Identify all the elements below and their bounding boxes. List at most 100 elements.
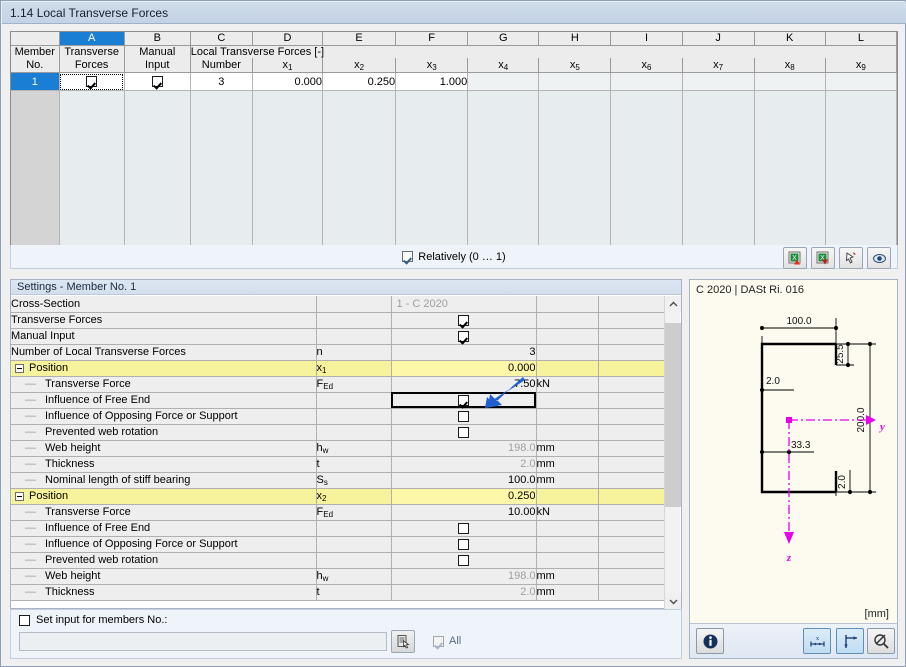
symbol-sub: Ed <box>323 510 333 519</box>
pick-from-model-icon[interactable] <box>839 247 863 269</box>
cell-manual-input[interactable] <box>124 73 190 91</box>
settings-row-transverse-forces[interactable]: Transverse Forces <box>11 312 666 328</box>
prevented-web-rotation-checkbox[interactable] <box>458 555 469 566</box>
all-members-option[interactable]: All <box>433 635 461 647</box>
settings-unit: kN <box>536 504 598 520</box>
settings-extra <box>598 504 666 520</box>
influence-opposing-checkbox[interactable] <box>458 539 469 550</box>
cell-x6[interactable] <box>611 73 682 91</box>
cell-number[interactable]: 3 <box>190 73 252 91</box>
all-checkbox[interactable] <box>433 636 444 647</box>
dimensions-icon[interactable]: x <box>803 628 831 654</box>
a-line1: Transverse <box>60 46 124 59</box>
transverse-forces-grid[interactable]: A B C D E F G H I J K L Member No. Trans… <box>10 31 898 269</box>
collapse-icon[interactable] <box>15 364 24 373</box>
settings-row-influence-free-end-1[interactable]: —Influence of Free End <box>11 392 666 408</box>
grid-col-L[interactable]: L <box>825 32 896 46</box>
set-input-checkbox[interactable] <box>19 615 30 626</box>
settings-extra <box>598 536 666 552</box>
cell-x2[interactable]: 0.250 <box>323 73 396 91</box>
settings-row-number-of-forces[interactable]: Number of Local Transverse Forces n 3 <box>11 344 666 360</box>
cell-transverse-forces[interactable] <box>59 73 124 91</box>
view-mode-icon[interactable] <box>867 247 891 269</box>
grid-col-G[interactable]: G <box>468 32 539 46</box>
settings-row-prevented-web-rotation-1[interactable]: —Prevented web rotation <box>11 424 666 440</box>
pick-members-icon[interactable] <box>391 630 415 653</box>
grid-col-K[interactable]: K <box>754 32 825 46</box>
settings-value[interactable]: 0.250 <box>391 488 536 504</box>
settings-symbol <box>316 328 391 344</box>
transverse-forces-checkbox[interactable] <box>458 315 469 326</box>
cross-section-canvas[interactable]: C 2020 | DASt Ri. 016 <box>690 280 897 624</box>
settings-row-manual-input[interactable]: Manual Input <box>11 328 666 344</box>
relatively-checkbox[interactable] <box>402 251 413 262</box>
settings-value[interactable] <box>391 520 536 536</box>
collapse-icon[interactable] <box>15 492 24 501</box>
scroll-up-arrow-icon[interactable] <box>665 296 681 312</box>
settings-row-web-height-1[interactable]: —Web height hw 198.0 mm <box>11 440 666 456</box>
grid-col-C[interactable]: C <box>190 32 252 46</box>
settings-vertical-scrollbar[interactable] <box>664 296 680 609</box>
grid-col-F[interactable]: F <box>396 32 468 46</box>
zoom-reset-icon[interactable] <box>867 628 895 654</box>
settings-row-thickness-1[interactable]: —Thickness t 2.0 mm <box>11 456 666 472</box>
manual-input-checkbox[interactable] <box>458 331 469 342</box>
grid-col-A[interactable]: A <box>59 32 124 46</box>
axes-icon[interactable] <box>836 628 864 654</box>
cell-x3[interactable]: 1.000 <box>396 73 468 91</box>
tree-line-icon: — <box>25 410 37 422</box>
grid-col-I[interactable]: I <box>611 32 682 46</box>
settings-value[interactable]: 3 <box>391 344 536 360</box>
settings-group-label[interactable]: Position <box>11 360 316 376</box>
row-header-member-no[interactable]: 1 <box>11 73 59 91</box>
settings-value[interactable]: 100.0 <box>391 472 536 488</box>
table-row[interactable]: 1 3 0.000 0.250 1.000 <box>11 73 897 91</box>
settings-value[interactable] <box>391 552 536 568</box>
settings-row-web-height-2[interactable]: —Web height hw 198.0 mm <box>11 568 666 584</box>
settings-unit <box>536 312 598 328</box>
scrollbar-thumb[interactable] <box>665 323 681 507</box>
info-icon[interactable] <box>696 628 724 654</box>
settings-value[interactable]: 1 - C 2020 <box>391 296 536 312</box>
settings-row-nominal-length-1[interactable]: —Nominal length of stiff bearing Ss 100.… <box>11 472 666 488</box>
grid-col-J[interactable]: J <box>682 32 754 46</box>
cell-x8[interactable] <box>754 73 825 91</box>
members-input[interactable] <box>19 632 387 651</box>
grid-col-E[interactable]: E <box>323 32 396 46</box>
settings-row-cross-section[interactable]: Cross-Section 1 - C 2020 <box>11 296 666 312</box>
settings-row-transverse-force-2[interactable]: —Transverse Force FEd 10.00 kN <box>11 504 666 520</box>
import-from-excel-icon[interactable]: X <box>811 247 835 269</box>
settings-row-prevented-web-rotation-2[interactable]: —Prevented web rotation <box>11 552 666 568</box>
grid-col-B[interactable]: B <box>124 32 190 46</box>
settings-value[interactable] <box>391 328 536 344</box>
settings-group-label[interactable]: Position <box>11 488 316 504</box>
settings-symbol: Ss <box>316 472 391 488</box>
grid-col-H[interactable]: H <box>539 32 611 46</box>
label-text: Prevented web rotation <box>45 426 158 438</box>
symbol-sub: 2 <box>322 494 326 503</box>
grid-col-D[interactable]: D <box>252 32 322 46</box>
settings-value[interactable] <box>391 536 536 552</box>
settings-row-influence-opposing-2[interactable]: —Influence of Opposing Force or Support <box>11 536 666 552</box>
settings-row-thickness-2[interactable]: —Thickness t 2.0 mm <box>11 584 666 600</box>
settings-row-position-2[interactable]: Position x2 0.250 <box>11 488 666 504</box>
settings-rows-area[interactable]: Cross-Section 1 - C 2020 Transverse Forc… <box>11 296 681 609</box>
settings-row-influence-opposing-1[interactable]: —Influence of Opposing Force or Support <box>11 408 666 424</box>
cell-x7[interactable] <box>682 73 754 91</box>
export-to-excel-icon[interactable]: X <box>783 247 807 269</box>
cell-x9[interactable] <box>825 73 896 91</box>
scroll-down-arrow-icon[interactable] <box>665 593 681 609</box>
cell-x1[interactable]: 0.000 <box>252 73 322 91</box>
settings-value[interactable] <box>391 312 536 328</box>
cell-x4[interactable] <box>468 73 539 91</box>
settings-value[interactable]: 10.00 <box>391 504 536 520</box>
influence-free-end-checkbox[interactable] <box>458 523 469 534</box>
settings-value[interactable] <box>391 424 536 440</box>
prevented-web-rotation-checkbox[interactable] <box>458 427 469 438</box>
settings-row-position-1[interactable]: Position x1 0.000 <box>11 360 666 376</box>
settings-row-influence-free-end-2[interactable]: —Influence of Free End <box>11 520 666 536</box>
manual-input-checkbox[interactable] <box>152 76 163 87</box>
transverse-forces-checkbox[interactable] <box>86 76 97 87</box>
cell-x5[interactable] <box>539 73 611 91</box>
settings-row-transverse-force-1[interactable]: —Transverse Force FEd 7.50 kN <box>11 376 666 392</box>
